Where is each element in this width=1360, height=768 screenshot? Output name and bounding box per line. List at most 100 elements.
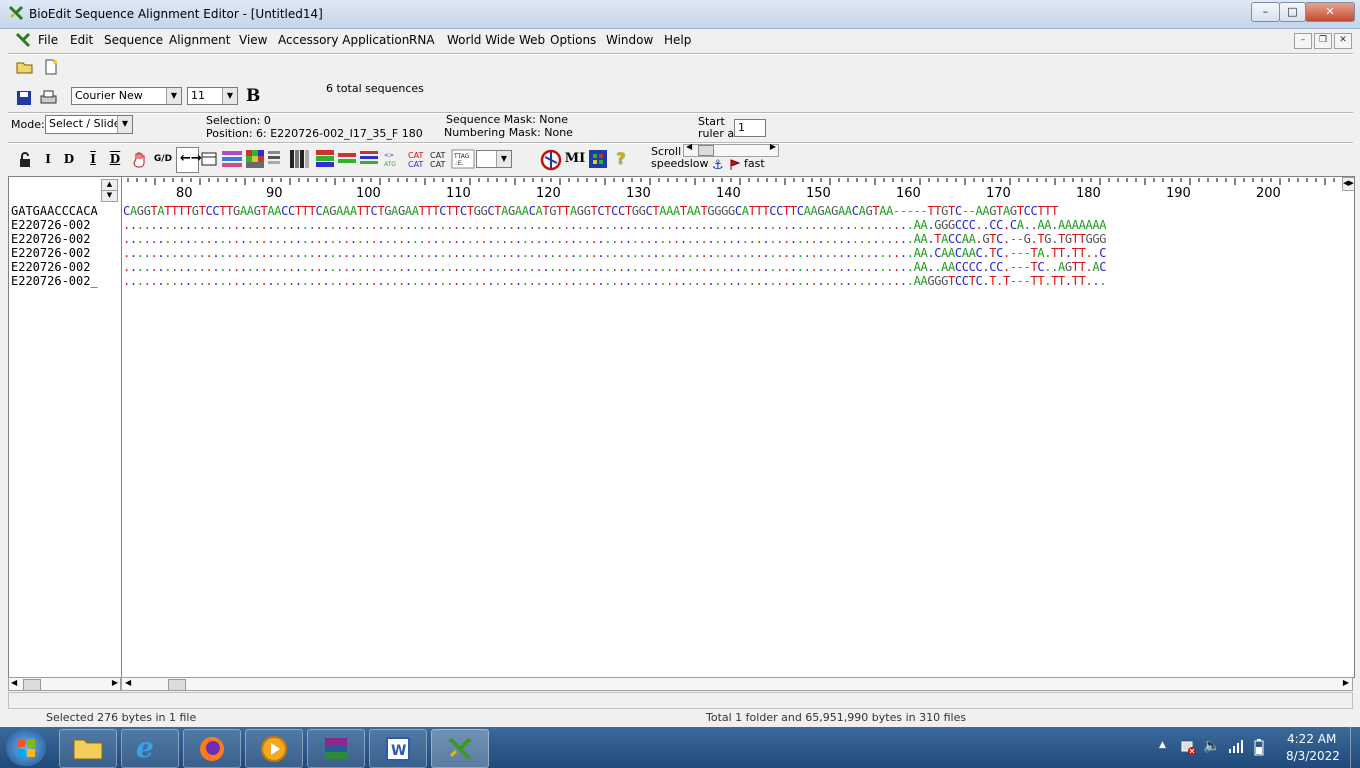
sequence-row[interactable]: CAGGTATTTTGTCCTTGAAGTAACCTTTCAGAAATTCTGA…: [123, 204, 1058, 218]
ruler-start-input[interactable]: 1: [734, 119, 766, 137]
sequence-hscrollbar[interactable]: ◀ ▶: [121, 677, 1353, 691]
consensus-icon[interactable]: TTAG.:E.: [451, 149, 475, 169]
consensus-select[interactable]: ▼: [476, 150, 512, 168]
window-split-icon[interactable]: [201, 152, 217, 166]
start-button[interactable]: [6, 729, 46, 766]
windows-logo-icon: [17, 739, 35, 757]
menu-sequence[interactable]: Sequence: [104, 33, 163, 47]
battery-icon[interactable]: [1254, 738, 1264, 756]
help-question-icon[interactable]: ?: [614, 150, 628, 168]
taskbar-bioedit[interactable]: [431, 729, 489, 768]
sequence-name[interactable]: E220726-002: [11, 260, 90, 274]
names-hscrollbar[interactable]: ◀ ▶: [8, 677, 121, 691]
ruler-expand-button[interactable]: ◀▶: [1342, 177, 1354, 191]
show-hidden-icons-icon[interactable]: ▲: [1159, 740, 1166, 750]
red-flag-icon[interactable]: [729, 159, 741, 171]
maximize-button[interactable]: □: [1279, 2, 1306, 22]
network-warning-icon[interactable]: [1180, 739, 1196, 755]
restriction-map-icon[interactable]: [540, 149, 562, 171]
menu-help[interactable]: Help: [664, 33, 691, 47]
shade-similarity-icon[interactable]: [337, 149, 357, 169]
document-logo-icon[interactable]: [15, 32, 31, 48]
mdi-close-button[interactable]: ✕: [1334, 33, 1352, 49]
clock-time[interactable]: 4:22 AM: [1287, 732, 1336, 746]
lock-icon[interactable]: [18, 152, 32, 168]
sequence-name[interactable]: E220726-002_: [11, 274, 98, 288]
taskbar-word[interactable]: W: [369, 729, 427, 768]
reverse-complement-icon[interactable]: <> ATG: [383, 149, 405, 169]
volume-icon[interactable]: 🔈: [1203, 738, 1220, 754]
shade-bars-icon[interactable]: [289, 149, 311, 169]
sequence-rows[interactable]: CAGGTATTTTGTCCTTGAAGTAACCTTTCAGAAATTCTGA…: [122, 204, 1354, 294]
sequence-row[interactable]: ........................................…: [123, 274, 1106, 288]
svg-text:CAT: CAT: [408, 160, 423, 169]
font-size-select[interactable]: 11 ▼: [187, 87, 238, 105]
menu-rna[interactable]: RNA: [409, 33, 435, 47]
chevron-left-icon: ◀: [686, 142, 693, 151]
shade-gray-icon[interactable]: [267, 149, 281, 169]
shade-identity-icon[interactable]: [315, 149, 335, 169]
scroll-thumb[interactable]: [23, 679, 41, 691]
new-file-icon[interactable]: [44, 59, 58, 75]
color-text-icon[interactable]: [221, 149, 243, 169]
sequence-row[interactable]: ........................................…: [123, 246, 1106, 260]
insert-all-icon[interactable]: I: [86, 150, 100, 168]
scroll-thumb[interactable]: [168, 679, 186, 691]
bold-button[interactable]: B: [246, 86, 260, 106]
editor-status-strip: [8, 692, 1353, 709]
signal-icon[interactable]: [1228, 739, 1244, 755]
close-button[interactable]: ✕: [1305, 2, 1355, 22]
slide-mode-button[interactable]: ←→: [176, 147, 202, 173]
menu-world-wide-web[interactable]: World Wide Web: [447, 33, 545, 47]
status-right-text: Total 1 folder and 65,951,990 bytes in 3…: [706, 711, 967, 724]
show-desktop-button[interactable]: [1350, 727, 1360, 768]
menu-view[interactable]: View: [239, 33, 267, 47]
color-background-icon[interactable]: [245, 149, 265, 169]
mdi-restore-button[interactable]: ❐: [1314, 33, 1332, 49]
mode-select[interactable]: Select / Slide ▼: [45, 115, 133, 134]
sequence-name[interactable]: E220726-002: [11, 218, 90, 232]
translate-black-icon[interactable]: CATCAT: [429, 149, 449, 169]
color-blocks-icon[interactable]: [359, 149, 379, 169]
hand-grab-icon[interactable]: [133, 151, 147, 168]
taskbar-explorer[interactable]: [59, 729, 117, 768]
menu-accessory-application[interactable]: Accessory Application: [278, 33, 409, 47]
matrix-icon[interactable]: [588, 149, 608, 169]
anchor-icon[interactable]: ⚓: [712, 158, 724, 173]
scroll-down-button[interactable]: ▼: [101, 190, 118, 202]
slider-thumb[interactable]: [698, 145, 714, 156]
sequence-row[interactable]: ........................................…: [123, 260, 1106, 274]
menu-file[interactable]: File: [38, 33, 58, 47]
taskbar-firefox[interactable]: [183, 729, 241, 768]
sequence-row[interactable]: ........................................…: [123, 218, 1106, 232]
taskbar-media-player[interactable]: [245, 729, 303, 768]
mutual-information-icon[interactable]: MI: [564, 150, 586, 168]
menu-alignment[interactable]: Alignment: [169, 33, 230, 47]
sequence-name[interactable]: E220726-002: [11, 246, 90, 260]
open-folder-icon[interactable]: [16, 59, 34, 75]
insert-mode-icon[interactable]: I: [42, 150, 54, 168]
sequence-alignment-panel[interactable]: 80 90 100 110 120 130 140 150 160 170 180 190 200 CA…: [121, 176, 1355, 678]
scroll-speed-slider[interactable]: ◀ ▶: [683, 142, 779, 157]
gap-deletion-icon[interactable]: G/D: [152, 150, 174, 168]
sequence-name[interactable]: E220726-002: [11, 232, 90, 246]
font-name-select[interactable]: Courier New ▼: [71, 87, 182, 105]
minimize-button[interactable]: –: [1251, 2, 1280, 22]
clock-date[interactable]: 8/3/2022: [1286, 749, 1340, 763]
sequence-row[interactable]: ........................................…: [123, 232, 1106, 246]
menu-edit[interactable]: Edit: [70, 33, 93, 47]
internet-explorer-icon: e: [136, 731, 154, 764]
menu-window[interactable]: Window: [606, 33, 653, 47]
sequence-names-panel[interactable]: ▲ ▼ GATGAACCCACA E220726-002 E220726-002…: [8, 176, 122, 678]
taskbar-internet-explorer[interactable]: e: [121, 729, 179, 768]
mdi-minimize-button[interactable]: –: [1294, 33, 1312, 49]
sequence-name[interactable]: GATGAACCCACA: [11, 204, 98, 218]
background-status-bar: Selected 276 bytes in 1 file Total 1 fol…: [0, 711, 1360, 727]
menu-options[interactable]: Options: [550, 33, 596, 47]
taskbar-winrar[interactable]: [307, 729, 365, 768]
delete-all-icon[interactable]: D: [108, 150, 122, 168]
delete-mode-icon[interactable]: D: [62, 150, 76, 168]
save-icon[interactable]: [16, 90, 32, 106]
print-icon[interactable]: [39, 89, 58, 107]
translate-red-icon[interactable]: CATCAT: [407, 149, 427, 169]
